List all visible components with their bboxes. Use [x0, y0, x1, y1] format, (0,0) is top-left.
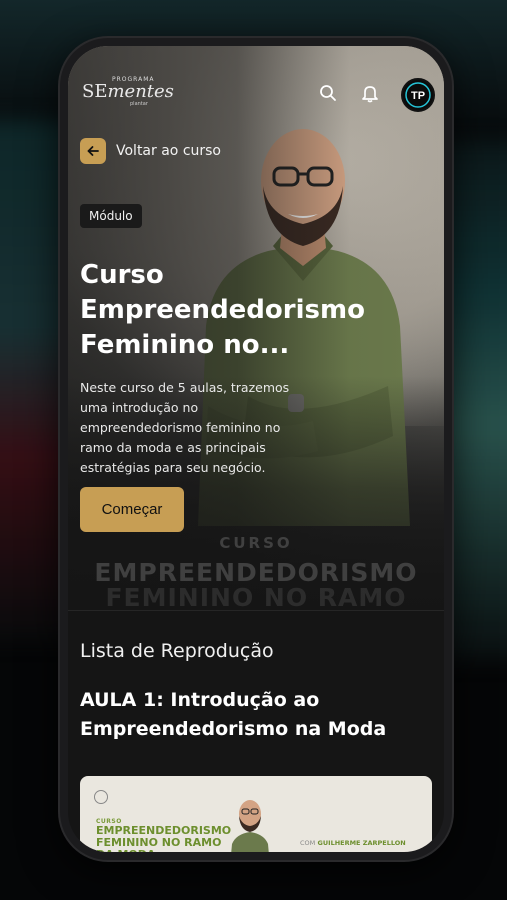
start-button[interactable]: Começar	[80, 487, 184, 532]
bell-icon	[362, 86, 378, 103]
avatar-logo-icon: TP	[405, 82, 431, 108]
search-icon	[320, 85, 336, 101]
notifications-button[interactable]	[358, 81, 382, 105]
app-logo[interactable]: PROGRAMA SEmentes plantar	[82, 76, 182, 107]
phone-screen: CURSO EMPREENDEDORISMO FEMININO NO RAMO …	[68, 46, 444, 852]
course-description: Neste curso de 5 aulas, trazemos uma int…	[80, 380, 290, 475]
hero-overlay-line-3: FEMININO NO RAMO	[105, 583, 407, 612]
arrow-left-icon	[87, 146, 99, 156]
card-author: COM GUILHERME ZARPELLON	[300, 839, 406, 847]
avatar-initials: TP	[411, 90, 425, 102]
back-label[interactable]: Voltar ao curso	[116, 143, 221, 159]
logo-main-text: SEmentes	[82, 81, 174, 102]
phone-frame: CURSO EMPREENDEDORISMO FEMININO NO RAMO …	[60, 38, 452, 860]
hero-thumbnail-text: CURSO EMPREENDEDORISMO FEMININO NO RAMO	[68, 534, 444, 612]
logo-main-a: SE	[82, 81, 108, 102]
section-divider	[68, 610, 444, 611]
hero-overlay-line-1: CURSO	[219, 534, 293, 552]
search-button[interactable]	[316, 81, 340, 105]
logo-main-b: mentes	[107, 81, 174, 102]
lesson-card[interactable]: CURSO EMPREENDEDORISMO FEMININO NO RAMO …	[80, 776, 432, 852]
playlist-heading: Lista de Reprodução	[80, 640, 274, 662]
card-author-label: COM	[300, 839, 316, 847]
card-title: EMPREENDEDORISMO FEMININO NO RAMO DA MOD…	[96, 824, 232, 853]
logo-sub-text: plantar	[130, 101, 148, 107]
lesson-title[interactable]: AULA 1: Introdução ao Empreendedorismo n…	[80, 686, 430, 744]
card-instructor-photo	[231, 800, 269, 852]
avatar[interactable]: TP	[401, 78, 435, 112]
lesson-complete-radio[interactable]	[94, 790, 108, 804]
course-title: Curso Empreendedorismo Feminino no...	[80, 260, 365, 360]
back-button[interactable]	[80, 138, 106, 164]
card-author-name: GUILHERME ZARPELLON	[317, 839, 406, 847]
back-to-course[interactable]: Voltar ao curso	[80, 138, 221, 164]
module-badge: Módulo	[80, 204, 142, 228]
